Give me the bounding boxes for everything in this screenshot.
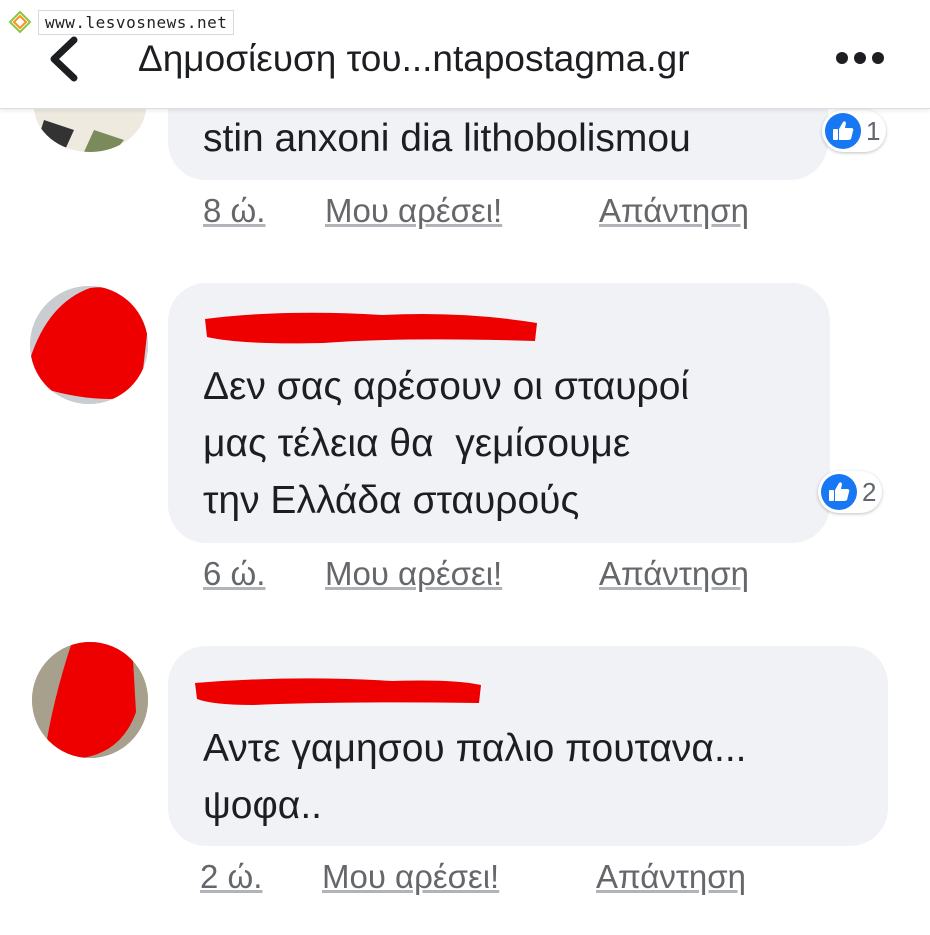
- comment-time[interactable]: 6 ώ.: [203, 555, 265, 593]
- chevron-left-icon[interactable]: [44, 34, 84, 84]
- like-reaction-icon: [821, 474, 857, 510]
- reply-button[interactable]: Απάντηση: [599, 192, 749, 230]
- reply-button[interactable]: Απάντηση: [599, 555, 749, 593]
- watermark: www.lesvosnews.net: [8, 8, 235, 36]
- reaction-count: 2: [862, 476, 877, 507]
- avatar-redaction: [32, 642, 148, 758]
- reaction-badge[interactable]: 1: [822, 110, 887, 152]
- more-dots-icon[interactable]: [834, 46, 886, 70]
- name-redaction: [205, 312, 537, 344]
- comment-text: Δεν σας αρέσουν οι σταυροί μας τέλεια θα…: [203, 365, 690, 522]
- comment-time[interactable]: 8 ώ.: [203, 192, 265, 230]
- like-button[interactable]: Μου αρέσει!: [322, 858, 499, 896]
- avatar[interactable]: [32, 642, 148, 758]
- like-reaction-icon: [825, 113, 861, 149]
- comment-time[interactable]: 2 ώ.: [200, 858, 262, 896]
- like-button[interactable]: Μου αρέσει!: [325, 555, 502, 593]
- reaction-badge[interactable]: 2: [818, 471, 883, 513]
- like-button[interactable]: Μου αρέσει!: [325, 192, 502, 230]
- page-title: Δημοσίευση του...ntapostagma.gr: [138, 38, 690, 79]
- comment-text: Αντε γαμησου παλιο πουτανα... ψοφα..: [203, 727, 747, 827]
- avatar-redaction: [30, 286, 148, 404]
- name-redaction: [195, 678, 481, 705]
- reaction-count: 1: [866, 115, 881, 146]
- reply-button[interactable]: Απάντηση: [596, 858, 746, 896]
- watermark-text: www.lesvosnews.net: [38, 9, 235, 35]
- site-logo-icon: [8, 10, 32, 34]
- avatar[interactable]: [30, 286, 148, 404]
- comment-text: stin anxoni dia lithobolismou: [203, 117, 691, 160]
